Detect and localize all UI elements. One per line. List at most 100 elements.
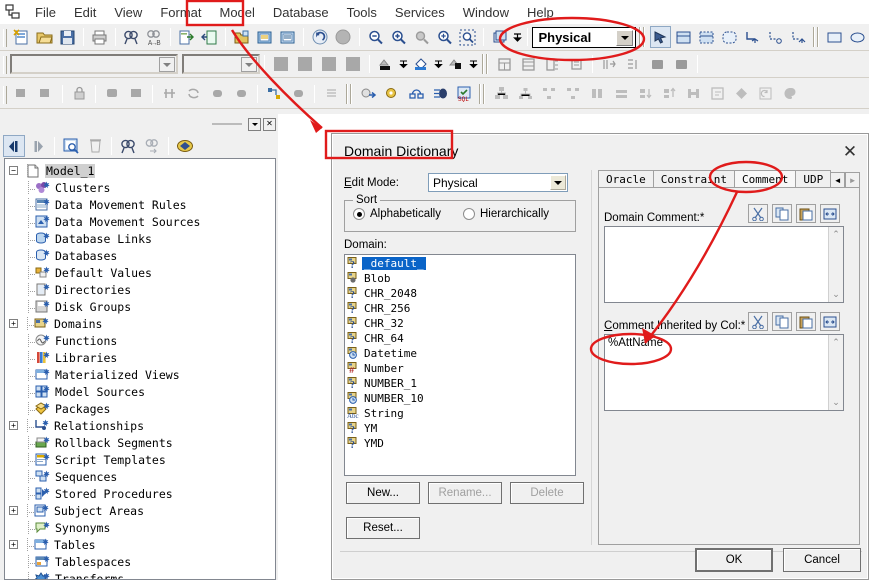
domain-list-item[interactable]: ? NUMBER_1 [345, 376, 575, 391]
notation-display-icon[interactable] [565, 53, 587, 75]
ok-button[interactable]: OK [695, 548, 773, 572]
auto-layout-icon[interactable] [263, 83, 285, 105]
group-icon[interactable] [11, 83, 33, 105]
theme-options-icon[interactable] [670, 53, 692, 75]
domain-list-item[interactable]: Blob [345, 271, 575, 286]
new-model-icon[interactable] [11, 26, 32, 48]
display-level-dropdown-icon[interactable] [512, 26, 523, 48]
tree-item-materialized-views[interactable]: Materialized Views [9, 366, 275, 383]
tree-item-tables[interactable]: + Tables [9, 536, 275, 553]
copy-icon[interactable] [772, 204, 792, 223]
db-connect-icon[interactable] [429, 83, 451, 105]
select-pointer-icon[interactable] [649, 26, 671, 48]
many-to-many-relationship-icon[interactable] [788, 26, 809, 48]
tab-oracle[interactable]: Oracle [598, 170, 654, 188]
tree-collapse-icon[interactable]: − [9, 166, 18, 175]
attribute-display-icon[interactable] [517, 53, 539, 75]
notes-icon[interactable] [706, 83, 728, 105]
diamond-shape-icon[interactable] [730, 83, 752, 105]
new-button[interactable]: New... [346, 482, 420, 504]
domain-list-item[interactable]: ? _default_ [345, 256, 575, 271]
print-icon[interactable] [89, 26, 110, 48]
align-objects-icon[interactable] [320, 83, 342, 105]
toolbar-grip[interactable] [2, 85, 8, 105]
tree-item-databases[interactable]: Databases [9, 247, 275, 264]
radial-layout-icon[interactable] [538, 83, 560, 105]
undo-icon[interactable] [309, 26, 330, 48]
hierarchy-layout-icon[interactable] [490, 83, 512, 105]
menu-item-edit[interactable]: Edit [65, 2, 105, 23]
tree-item-stored-procedures[interactable]: Stored Procedures [9, 485, 275, 502]
tree-item-libraries[interactable]: Libraries [9, 349, 275, 366]
tree-expand-icon[interactable]: + [9, 319, 18, 328]
new-view-icon[interactable] [696, 26, 717, 48]
redo-icon[interactable] [333, 26, 354, 48]
cut-icon[interactable] [748, 204, 768, 223]
new-shape-icon[interactable] [719, 26, 740, 48]
menu-item-tools[interactable]: Tools [338, 2, 386, 23]
toolbar-grip[interactable] [2, 28, 8, 48]
tab-constraint[interactable]: Constraint [652, 170, 735, 188]
delete-button[interactable]: Delete [510, 482, 584, 504]
reverse-engineer-icon[interactable] [381, 83, 403, 105]
arrange-icon[interactable] [287, 83, 309, 105]
show-cardinality-icon[interactable] [622, 53, 644, 75]
distribute-down-icon[interactable] [634, 83, 656, 105]
menu-item-view[interactable]: View [105, 2, 151, 23]
delete-icon[interactable] [84, 135, 106, 157]
domain-comment-scrollbar[interactable]: ⌃ ⌄ [828, 227, 843, 302]
find-replace-icon[interactable]: A→B [144, 26, 165, 48]
tree-item-default-values[interactable]: Default Values [9, 264, 275, 281]
cut-icon[interactable] [748, 312, 768, 331]
space-evenly-icon[interactable] [682, 83, 704, 105]
edit-mode-combo[interactable]: Physical [428, 173, 568, 192]
tree-item-rollback-segments[interactable]: Rollback Segments [9, 434, 275, 451]
find-icon[interactable] [121, 26, 142, 48]
model-properties-icon[interactable] [254, 26, 275, 48]
model-explorer-tree[interactable]: − Model_1 Clusters Data Movement Rules Dat… [4, 158, 276, 580]
tab-scroll-right-button[interactable]: ► [845, 172, 860, 188]
zoom-normal-icon[interactable] [411, 26, 432, 48]
draw-ellipse-icon[interactable] [847, 26, 868, 48]
tree-item-model-sources[interactable]: Model Sources [9, 383, 275, 400]
reset-button[interactable]: Reset... [346, 517, 420, 539]
menu-item-file[interactable]: File [26, 2, 65, 23]
tree-item-sequences[interactable]: Sequences [9, 468, 275, 485]
sort-hierarchically-radio[interactable]: Hierarchically [463, 208, 549, 220]
inherited-comment-scrollbar[interactable]: ⌃ ⌄ [828, 335, 843, 410]
text-color-dropdown-icon[interactable] [399, 53, 408, 75]
nav-forward-icon[interactable] [27, 135, 49, 157]
merge-models-icon[interactable] [199, 26, 220, 48]
tree-expand-icon[interactable]: + [9, 421, 18, 430]
domain-comment-textarea[interactable]: ⌃ ⌄ [604, 226, 844, 303]
domain-list-item[interactable]: ? CHR_32 [345, 316, 575, 331]
tree-item-script-templates[interactable]: Script Templates [9, 451, 275, 468]
close-icon[interactable]: ✕ [840, 142, 860, 162]
chevron-down-icon[interactable] [550, 175, 566, 190]
compare-models-icon[interactable] [176, 26, 197, 48]
identifying-relationship-icon[interactable] [742, 26, 763, 48]
tree-item-tablespaces[interactable]: Tablespaces [9, 553, 275, 570]
rename-button[interactable]: Rename... [428, 482, 502, 504]
revert-icon[interactable] [754, 83, 776, 105]
new-entity-icon[interactable] [673, 26, 694, 48]
panel-close-icon[interactable]: ✕ [263, 117, 276, 131]
domain-listbox[interactable]: ? _default_ Blob? CHR_2048? CHR_256? CHR_32? C… [344, 254, 576, 476]
sort-alphabetically-radio[interactable]: Alphabetically [353, 208, 441, 220]
bookmark-icon[interactable] [174, 135, 196, 157]
panel-menu-icon[interactable] [248, 117, 261, 131]
tab-scroll-left-button[interactable]: ◄ [830, 172, 846, 188]
fill-color-icon[interactable] [410, 53, 432, 75]
nav-back-icon[interactable] [3, 135, 25, 157]
distribute-up-icon[interactable] [658, 83, 680, 105]
tree-item-synonyms[interactable]: Synonyms [9, 519, 275, 536]
scroll-up-icon[interactable]: ⌃ [832, 229, 840, 240]
expand-icon[interactable] [820, 312, 840, 331]
entity-display-icon[interactable] [493, 53, 515, 75]
inherited-comment-textarea[interactable]: %AttName ⌃ ⌄ [604, 334, 844, 411]
chevron-down-icon[interactable] [616, 29, 634, 46]
flip-icon[interactable] [158, 83, 180, 105]
key-display-icon[interactable] [541, 53, 563, 75]
domain-list-item[interactable]: Abc String [345, 406, 575, 421]
menu-item-window[interactable]: Window [454, 2, 518, 23]
